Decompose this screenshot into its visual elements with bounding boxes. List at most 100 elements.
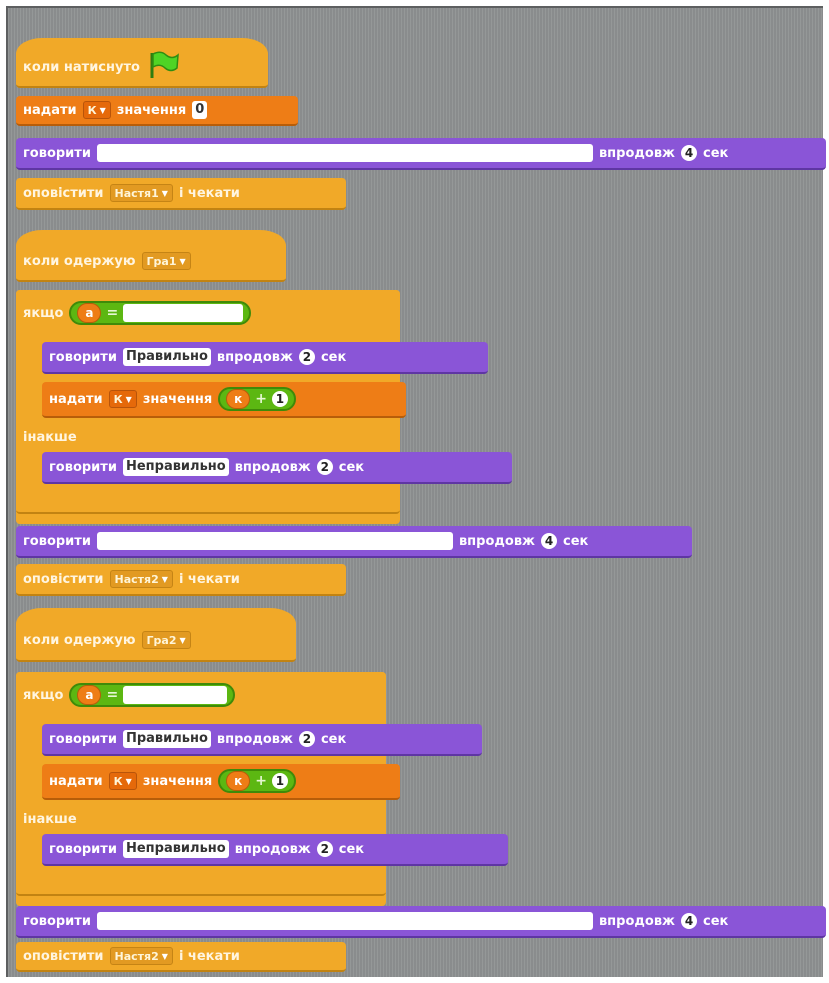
say-text-field[interactable] bbox=[96, 532, 453, 550]
broadcast-label: оповістити bbox=[23, 571, 104, 587]
say-for-secs-block[interactable]: говорити впродовж 4 сек bbox=[16, 138, 826, 170]
message-dropdown[interactable]: Настя1 ▼ bbox=[109, 184, 173, 202]
broadcast-and-wait-block[interactable]: оповістити Настя2 ▼ і чекати bbox=[16, 942, 346, 972]
dropdown-triangle-icon: ▼ bbox=[125, 394, 132, 404]
hat-label: коли одержую bbox=[23, 253, 136, 269]
say-text-field[interactable] bbox=[96, 912, 593, 930]
equals-operator[interactable]: а = bbox=[69, 683, 236, 707]
say-text-field[interactable]: Правильно bbox=[122, 348, 211, 366]
broadcast-and-wait-block[interactable]: оповістити Настя1 ▼ і чекати bbox=[16, 178, 346, 210]
if-else-block[interactable]: якщо а = говорити Правильно впродовж 2 с… bbox=[16, 672, 508, 906]
say-for-label: впродовж bbox=[598, 145, 675, 161]
say-label: говорити bbox=[23, 145, 91, 161]
hat-label: коли натиснуто bbox=[23, 59, 140, 75]
script-area[interactable]: коли натиснуто надати К ▼ значення 0 гово… bbox=[6, 6, 826, 977]
say-secs-field[interactable]: 2 bbox=[316, 841, 333, 857]
set-variable-block[interactable]: надати К ▼ значення 0 bbox=[16, 96, 298, 126]
broadcast-and-wait-block[interactable]: оповістити Настя2 ▼ і чекати bbox=[16, 564, 346, 596]
say-unit-label: сек bbox=[320, 349, 347, 365]
variable-reporter[interactable]: к bbox=[226, 389, 251, 409]
say-label: говорити bbox=[49, 731, 117, 747]
else-label: інакше bbox=[23, 811, 77, 827]
message-dropdown[interactable]: Гра2 ▼ bbox=[141, 631, 191, 649]
broadcast-wait-label: і чекати bbox=[178, 571, 240, 587]
say-text-field[interactable]: Правильно bbox=[122, 730, 211, 748]
say-unit-label: сек bbox=[563, 533, 589, 549]
say-for-label: впродовж bbox=[216, 731, 293, 747]
variable-dropdown[interactable]: К ▼ bbox=[108, 772, 137, 790]
message-dropdown[interactable]: Гра1 ▼ bbox=[141, 252, 191, 270]
if-else-block[interactable]: якщо а = говорити Правильно впродовж 2 с… bbox=[16, 290, 512, 524]
message-name: Гра1 bbox=[146, 254, 177, 268]
compare-field[interactable] bbox=[123, 304, 244, 322]
equals-operator[interactable]: а = bbox=[69, 301, 252, 325]
value-field[interactable]: 0 bbox=[192, 101, 208, 119]
say-for-label: впродовж bbox=[216, 349, 293, 365]
say-for-secs-block[interactable]: говорити впродовж 4 сек bbox=[16, 526, 692, 558]
set-label: надати bbox=[49, 773, 103, 789]
say-secs-field[interactable]: 2 bbox=[298, 349, 315, 365]
say-label: говорити bbox=[23, 913, 91, 929]
add-operator[interactable]: к + 1 bbox=[218, 387, 296, 411]
say-for-secs-block[interactable]: говорити впродовж 4 сек bbox=[16, 906, 826, 938]
if-label: якщо bbox=[23, 305, 64, 321]
say-for-secs-block[interactable]: говорити Неправильно впродовж 2 сек bbox=[42, 834, 508, 866]
set-label: надати bbox=[23, 102, 77, 118]
variable-reporter[interactable]: а bbox=[77, 685, 102, 705]
add-operator[interactable]: к + 1 bbox=[218, 769, 296, 793]
say-for-label: впродовж bbox=[458, 533, 535, 549]
variable-name: К bbox=[113, 392, 123, 406]
say-label: говорити bbox=[49, 349, 117, 365]
variable-name: К bbox=[87, 103, 97, 117]
variable-reporter[interactable]: а bbox=[77, 303, 102, 323]
say-unit-label: сек bbox=[338, 841, 365, 857]
say-for-secs-block[interactable]: говорити Правильно впродовж 2 сек bbox=[42, 724, 482, 756]
message-dropdown[interactable]: Настя2 ▼ bbox=[109, 570, 173, 588]
say-for-secs-block[interactable]: говорити Правильно впродовж 2 сек bbox=[42, 342, 488, 374]
add-value-field[interactable]: 1 bbox=[271, 773, 288, 789]
broadcast-label: оповістити bbox=[23, 185, 104, 201]
variable-dropdown[interactable]: К ▼ bbox=[108, 390, 137, 408]
say-label: говорити bbox=[49, 841, 117, 857]
say-secs-field[interactable]: 4 bbox=[681, 145, 697, 161]
say-text-field[interactable]: Неправильно bbox=[122, 458, 229, 476]
add-value-field[interactable]: 1 bbox=[271, 391, 288, 407]
say-for-label: впродовж bbox=[234, 459, 311, 475]
say-secs-field[interactable]: 2 bbox=[316, 459, 333, 475]
variable-dropdown[interactable]: К ▼ bbox=[82, 101, 111, 119]
say-secs-field[interactable]: 2 bbox=[298, 731, 315, 747]
when-receive-hat[interactable]: коли одержую Гра2 ▼ bbox=[16, 608, 296, 662]
say-text-field[interactable] bbox=[96, 144, 593, 162]
set-mid-label: значення bbox=[116, 102, 187, 118]
say-for-label: впродовж bbox=[598, 913, 675, 929]
message-name: Гра2 bbox=[146, 633, 177, 647]
dropdown-triangle-icon: ▼ bbox=[179, 635, 186, 645]
if-header[interactable]: якщо а = bbox=[16, 672, 386, 718]
set-variable-block[interactable]: надати К ▼ значення к + 1 bbox=[42, 764, 400, 800]
else-header: інакше bbox=[16, 806, 386, 832]
broadcast-wait-label: і чекати bbox=[178, 185, 240, 201]
when-receive-hat[interactable]: коли одержую Гра1 ▼ bbox=[16, 230, 286, 282]
if-header[interactable]: якщо а = bbox=[16, 290, 400, 336]
say-for-secs-block[interactable]: говорити Неправильно впродовж 2 сек bbox=[42, 452, 512, 484]
dropdown-triangle-icon: ▼ bbox=[125, 776, 132, 786]
say-secs-field[interactable]: 4 bbox=[541, 533, 557, 549]
else-label: інакше bbox=[23, 429, 77, 445]
if-else-bottom bbox=[16, 492, 400, 514]
say-for-label: впродовж bbox=[234, 841, 311, 857]
say-text-field[interactable]: Неправильно bbox=[122, 840, 229, 858]
message-name: Настя2 bbox=[114, 572, 159, 586]
dropdown-triangle-icon: ▼ bbox=[161, 188, 168, 198]
if-else-bottom bbox=[16, 874, 386, 896]
operator-symbol: + bbox=[255, 773, 267, 789]
variable-reporter[interactable]: к bbox=[226, 771, 251, 791]
dropdown-triangle-icon: ▼ bbox=[179, 256, 186, 266]
say-secs-field[interactable]: 4 bbox=[681, 913, 697, 929]
set-label: надати bbox=[49, 391, 103, 407]
set-variable-block[interactable]: надати К ▼ значення к + 1 bbox=[42, 382, 406, 418]
message-dropdown[interactable]: Настя2 ▼ bbox=[109, 947, 173, 965]
operator-symbol: = bbox=[106, 687, 119, 703]
when-flag-clicked-hat[interactable]: коли натиснуто bbox=[16, 38, 268, 88]
green-flag-icon bbox=[146, 50, 180, 84]
compare-field[interactable] bbox=[123, 686, 228, 704]
